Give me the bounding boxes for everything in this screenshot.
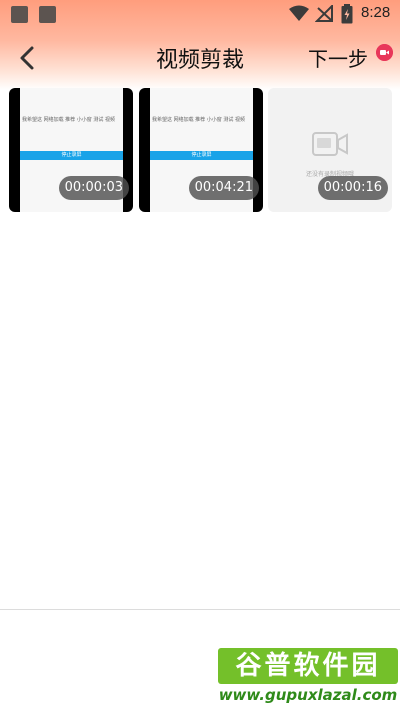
notification-square-icon [39, 6, 56, 23]
preview-button-label: 停止录屏 [61, 152, 82, 158]
clock-text: 8:28 [361, 4, 391, 21]
notification-square-icon [11, 6, 28, 23]
watermark-logo: 谷普软件园 www.gupuxlazal.com [218, 648, 398, 708]
app-header: 视频剪裁 下一步 [0, 30, 400, 86]
status-bar: 8:28 [0, 0, 400, 28]
no-signal-icon [315, 5, 333, 22]
duration-badge: 00:04:21 [188, 176, 259, 200]
preview-text: 我希望这 网络加载 推荐 小小窗 测试 视频 [22, 117, 115, 123]
duration-badge: 00:00:16 [317, 176, 388, 200]
bottom-divider [0, 609, 400, 610]
preview-text: 我希望这 网络加载 推荐 小小窗 测试 视频 [152, 117, 245, 123]
video-camera-icon [312, 132, 348, 156]
video-thumbnail[interactable]: 还没有录制视频哦 00:00:16 [268, 88, 392, 212]
watermark-title: 谷普软件园 [218, 648, 398, 684]
watermark-url: www.gupuxlazal.com [218, 686, 398, 704]
wifi-icon [289, 5, 309, 21]
next-step-button[interactable]: 下一步 [308, 43, 368, 72]
video-grid: 我希望这 网络加载 推荐 小小窗 测试 视频 停止录屏 00:00:03 我希望… [9, 88, 393, 212]
battery-charging-icon [341, 4, 353, 24]
video-thumbnail[interactable]: 我希望这 网络加载 推荐 小小窗 测试 视频 停止录屏 00:00:03 [9, 88, 133, 212]
preview-button-label: 停止录屏 [191, 152, 212, 158]
record-icon[interactable] [376, 44, 393, 61]
video-thumbnail[interactable]: 我希望这 网络加载 推荐 小小窗 测试 视频 停止录屏 00:04:21 [139, 88, 263, 212]
duration-badge: 00:00:03 [58, 176, 129, 200]
